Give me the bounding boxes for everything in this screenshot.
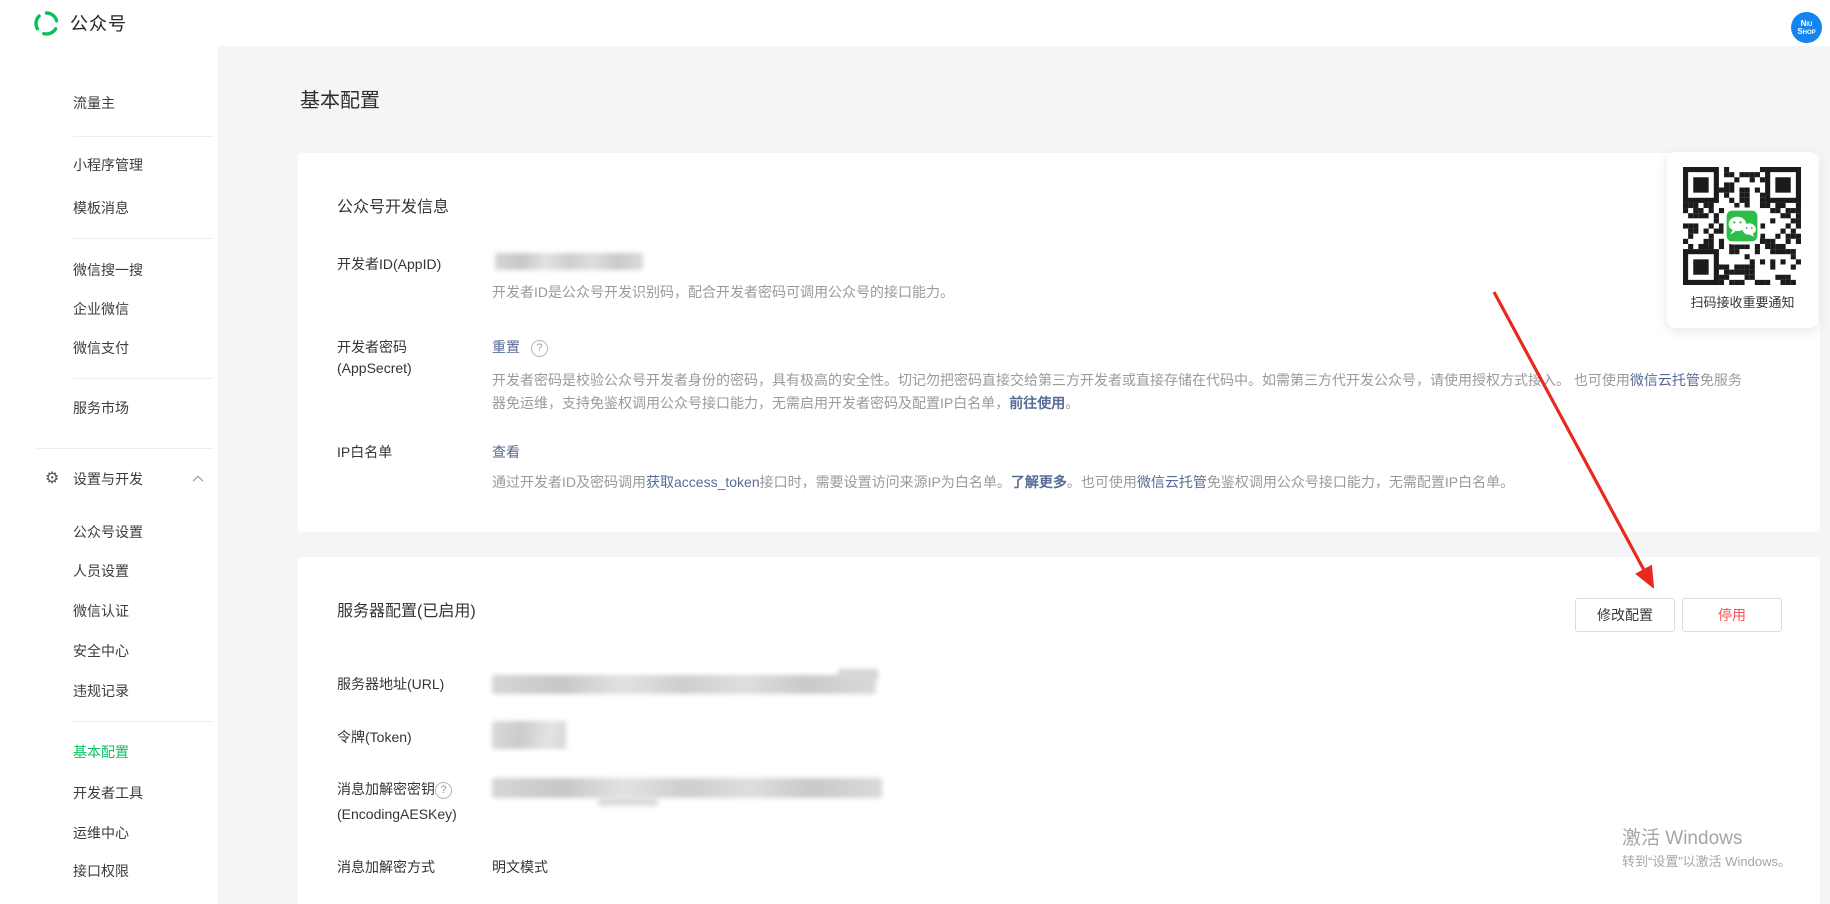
aeskey-help-icon[interactable]: ? (435, 782, 452, 799)
sidebar-item-traffic[interactable]: 流量主 (73, 93, 115, 113)
gear-icon: ⚙ (45, 469, 59, 489)
aeskey-label-text: 消息加解密密钥 (337, 781, 435, 797)
server-url-value-redacted (492, 675, 876, 694)
watermark-line1: 激活 Windows (1622, 826, 1791, 852)
appsecret-desc-text: 开发者密码是校验公众号开发者身份的密码，具有极高的安全性。切记勿把密码直接交给第… (492, 372, 1630, 388)
encrypt-mode-label: 消息加解密方式 (337, 857, 435, 878)
aeskey-label: 消息加解密密钥? (337, 779, 452, 800)
sidebar-item-wechat-pay[interactable]: 微信支付 (73, 338, 129, 358)
appid-label: 开发者ID(AppID) (337, 254, 441, 275)
sidebar-item-violation-records[interactable]: 违规记录 (73, 681, 129, 701)
ip-desc-text2: 接口时，需要设置访问来源IP为白名单。 (760, 474, 1011, 490)
sidebar-item-staff-settings[interactable]: 人员设置 (73, 561, 129, 581)
sidebar-item-work-wechat[interactable]: 企业微信 (73, 299, 129, 319)
appsecret-desc: 开发者密码是校验公众号开发者身份的密码，具有极高的安全性。切记勿把密码直接交给第… (492, 369, 1742, 415)
sidebar-item-mini-program[interactable]: 小程序管理 (73, 155, 143, 175)
avatar-text-line2: Shop (1797, 28, 1815, 36)
brand-name: 公众号 (70, 10, 127, 36)
sidebar-item-basic-config[interactable]: 基本配置 (73, 742, 129, 762)
sidebar-item-wechat-verification[interactable]: 微信认证 (73, 601, 129, 621)
appsecret-help-icon[interactable]: ? (531, 340, 548, 357)
watermark-line2: 转到“设置”以激活 Windows。 (1622, 852, 1791, 872)
go-use-link[interactable]: 前往使用 (1009, 395, 1065, 411)
wechat-mp-logo-icon (33, 10, 60, 37)
wechat-cloud-link[interactable]: 微信云托管 (1137, 474, 1207, 490)
server-config-card: 服务器配置(已启用) 修改配置 停用 服务器地址(URL) 令牌(Token) … (298, 557, 1820, 904)
developer-info-title: 公众号开发信息 (337, 193, 449, 217)
ip-desc-text4: 免鉴权调用公众号接口能力，无需配置IP白名单。 (1207, 474, 1514, 490)
wechat-mp-basic-config-page: 公众号 Niu Shop 流量主 小程序管理 模板消息 微信搜一搜 企业微信 微… (0, 0, 1830, 904)
disable-button[interactable]: 停用 (1682, 598, 1782, 632)
sidebar-divider (73, 136, 213, 137)
top-header: 公众号 Niu Shop (0, 0, 1830, 46)
sidebar-item-security-center[interactable]: 安全中心 (73, 641, 129, 661)
qr-code (1683, 167, 1801, 285)
qr-notification-panel: 扫码接收重要通知 (1667, 152, 1818, 328)
sidebar-item-account-settings[interactable]: 公众号设置 (73, 522, 143, 542)
account-avatar[interactable]: Niu Shop (1791, 12, 1822, 43)
qr-caption: 扫码接收重要通知 (1667, 292, 1818, 311)
sidebar-item-wechat-search[interactable]: 微信搜一搜 (73, 260, 143, 280)
sidebar-item-developer-tools[interactable]: 开发者工具 (73, 783, 143, 803)
page-title: 基本配置 (300, 84, 380, 113)
sidebar-item-template-message[interactable]: 模板消息 (73, 198, 129, 218)
sidebar-item-service-market[interactable]: 服务市场 (73, 398, 129, 418)
aeskey-value-redacted (492, 778, 882, 798)
ip-desc-text1: 通过开发者ID及密码调用 (492, 474, 646, 490)
appid-value-redacted (495, 253, 643, 270)
appid-desc: 开发者ID是公众号开发识别码，配合开发者密码可调用公众号的接口能力。 (492, 281, 954, 304)
reset-appsecret-link[interactable]: 重置 (492, 339, 520, 355)
encrypt-mode-value: 明文模式 (492, 857, 548, 877)
aeskey-value-redacted-patch (598, 797, 658, 806)
developer-info-card: 公众号开发信息 开发者ID(AppID) 开发者ID是公众号开发识别码，配合开发… (298, 153, 1820, 532)
brand: 公众号 (33, 9, 127, 37)
token-value-redacted (492, 721, 566, 749)
ip-whitelist-label: IP白名单 (337, 442, 392, 463)
modify-config-button[interactable]: 修改配置 (1575, 598, 1675, 632)
appsecret-desc-end: 。 (1065, 395, 1079, 411)
sidebar: 流量主 小程序管理 模板消息 微信搜一搜 企业微信 微信支付 服务市场 ⚙ 设置… (0, 46, 218, 904)
sidebar-divider (73, 721, 213, 722)
ip-whitelist-desc: 通过开发者ID及密码调用获取access_token接口时，需要设置访问来源IP… (492, 471, 1514, 494)
get-access-token-link[interactable]: 获取access_token (646, 474, 760, 490)
sidebar-divider (73, 378, 213, 379)
sidebar-group-settings-dev[interactable]: 设置与开发 (73, 469, 143, 489)
learn-more-link[interactable]: 了解更多 (1011, 474, 1067, 490)
server-url-value-redacted-tail (838, 669, 878, 680)
chevron-up-icon[interactable] (192, 475, 204, 483)
sidebar-item-ops-center[interactable]: 运维中心 (73, 823, 129, 843)
ip-desc-text3: 。也可使用 (1067, 474, 1137, 490)
sidebar-item-api-permissions[interactable]: 接口权限 (73, 861, 129, 881)
sidebar-divider (73, 238, 213, 239)
windows-activation-watermark: 激活 Windows 转到“设置”以激活 Windows。 (1622, 826, 1791, 872)
aeskey-label-line2: (EncodingAESKey) (337, 804, 457, 825)
view-ip-whitelist-link[interactable]: 查看 (492, 442, 520, 462)
token-label: 令牌(Token) (337, 727, 412, 748)
sidebar-section-divider (37, 448, 213, 449)
wechat-cloud-link[interactable]: 微信云托管 (1630, 372, 1700, 388)
appsecret-label: 开发者密码(AppSecret) (337, 337, 469, 379)
server-config-title: 服务器配置(已启用) (337, 597, 476, 621)
server-url-label: 服务器地址(URL) (337, 674, 444, 695)
